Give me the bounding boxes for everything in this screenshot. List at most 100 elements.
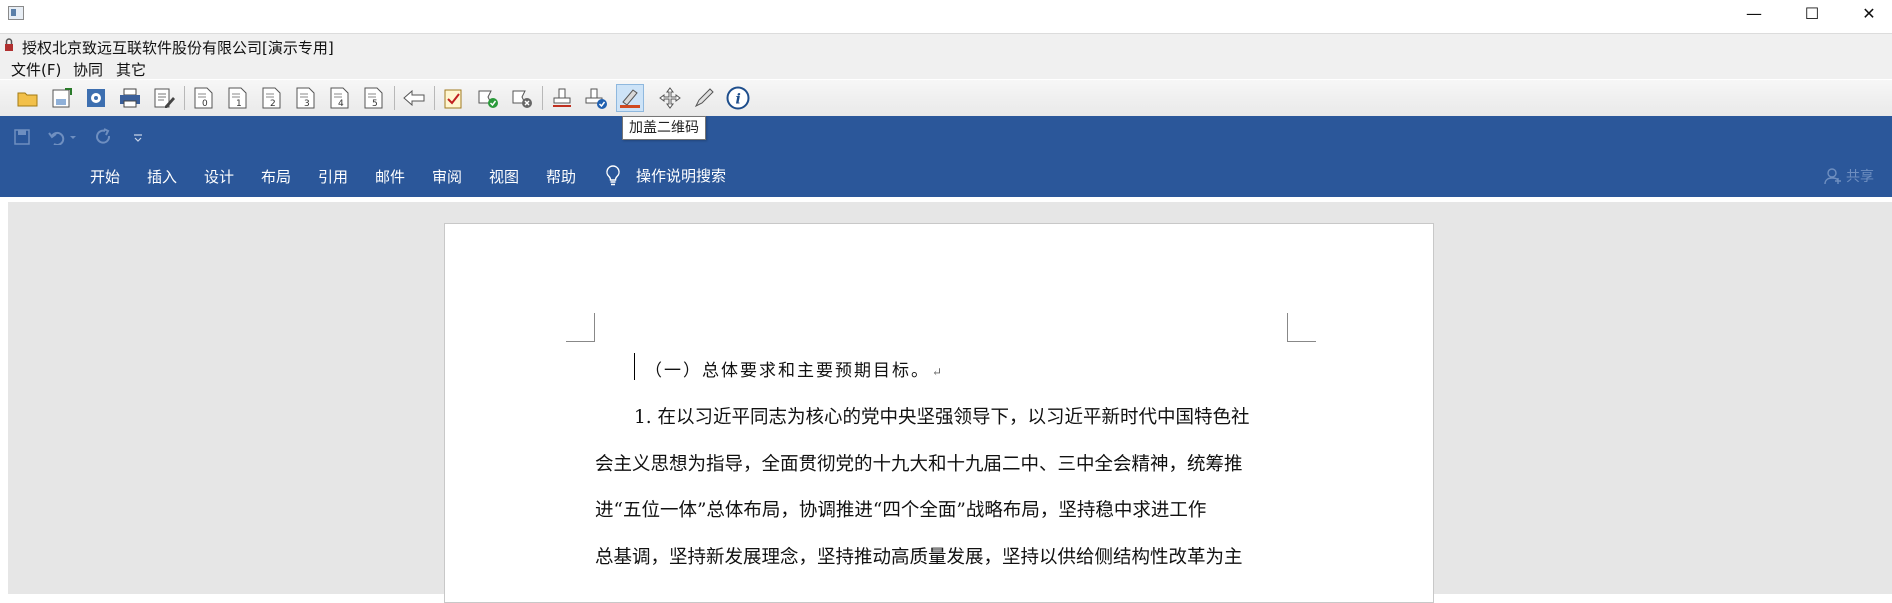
menu-other[interactable]: 其它 [114,59,148,80]
host-toolbar: 0 1 2 3 4 5 i [0,80,1892,117]
body-line: 进“五位一体”总体布局，协调推进“四个全面”战略布局，坚持稳中求进工作 [595,500,1207,521]
info-button[interactable]: i [724,84,752,112]
window-left-edge [0,197,8,594]
share-person-icon [1824,168,1841,185]
tab-home[interactable]: 开始 [90,166,120,187]
approve-doc-button[interactable] [440,84,468,112]
save-upload-button[interactable] [48,84,76,112]
tab-insert[interactable]: 插入 [147,166,177,187]
doc-4-icon: 4 [330,87,349,109]
open-button[interactable] [14,84,42,112]
edit-document-button[interactable] [150,84,178,112]
stamp-button[interactable] [548,84,576,112]
word-ribbon: 开始 插入 设计 布局 引用 邮件 审阅 视图 帮助 操作说明搜索 共享 [0,116,1892,197]
tab-review[interactable]: 审阅 [432,166,462,187]
doc-5-icon: 5 [364,87,383,109]
host-menu-bar: 文件(F) 协同 其它 [0,57,1892,79]
upload-save-icon [52,88,72,108]
info-icon: i [726,86,750,110]
tab-view[interactable]: 视图 [489,166,519,187]
tell-me-search[interactable]: 操作说明搜索 [604,164,726,186]
close-button[interactable]: ✕ [1846,0,1892,27]
save-icon [14,129,30,145]
svg-text:0: 0 [202,99,208,109]
svg-text:4: 4 [338,99,344,109]
sign-cancel-icon [512,90,532,108]
stamp-icon [553,88,571,107]
edit-document-icon [154,88,175,108]
text-cursor [634,353,635,380]
menu-file[interactable]: 文件(F) [9,59,63,80]
crop-mark-top-left [566,313,595,342]
print-icon [120,88,140,108]
host-caption-text: 授权北京致远互联软件股份有限公司[演示专用] [22,39,334,57]
approve-doc-icon [444,89,462,109]
tab-mailings[interactable]: 邮件 [375,166,405,187]
menu-collaborate[interactable]: 协同 [71,59,105,80]
svg-text:5: 5 [372,99,378,109]
undo-icon [48,131,76,145]
lightbulb-icon [606,165,620,186]
window-title-bar: — ☐ ✕ [0,0,1892,27]
body-line: 会主义思想为指导，全面贯彻党的十九大和十九届二中、三中全会精神，统筹推 [595,454,1243,475]
doc-1-button[interactable]: 1 [224,84,252,112]
tell-me-label: 操作说明搜索 [636,166,727,185]
svg-text:i: i [736,92,741,108]
redo-icon [96,128,111,144]
host-caption-bar: 授权北京致远互联软件股份有限公司[演示专用] [0,33,1892,58]
minimize-icon: — [1746,4,1762,23]
pen-icon [694,88,714,108]
save-button[interactable] [12,126,32,148]
lock-icon [5,38,13,51]
tooltip: 加盖二维码 [622,116,706,140]
body-line: 总基调，坚持新发展理念，坚持推动高质量发展，坚持以供给侧结构性改革为主 [595,547,1243,568]
svg-text:3: 3 [304,99,310,109]
doc-2-button[interactable]: 2 [258,84,286,112]
doc-1-icon: 1 [228,87,247,109]
share-label: 共享 [1846,169,1874,185]
doc-0-button[interactable]: 0 [190,84,218,112]
paragraph-mark: ↵ [932,365,945,379]
doc-3-icon: 3 [296,87,315,109]
sign-ok-button[interactable] [474,84,502,112]
sign-ok-icon [478,90,498,108]
stamp-check-button[interactable] [582,84,610,112]
svg-text:1: 1 [236,99,242,109]
toolbar-separator [542,86,543,110]
move-button[interactable] [656,84,684,112]
maximize-button[interactable]: ☐ [1789,0,1835,27]
maximize-icon: ☐ [1804,4,1820,23]
settings-icon [87,89,105,107]
doc-3-button[interactable]: 3 [292,84,320,112]
document-heading: （一）总体要求和主要预期目标。 ↵ [645,356,944,381]
toolbar-separator [184,86,185,110]
close-icon: ✕ [1862,4,1876,23]
pen-button[interactable] [690,84,718,112]
sign-cancel-button[interactable] [508,84,536,112]
tab-design[interactable]: 设计 [204,166,234,187]
tab-help[interactable]: 帮助 [546,166,576,187]
undo-button[interactable] [46,126,80,148]
stamp-check-icon [585,88,607,109]
share-button[interactable]: 共享 [1824,166,1874,186]
redo-button[interactable] [94,126,114,148]
doc-4-button[interactable]: 4 [326,84,354,112]
tab-layout[interactable]: 布局 [261,166,291,187]
add-qrcode-stamp-icon [620,89,640,108]
move-icon [659,87,681,109]
doc-5-button[interactable]: 5 [360,84,388,112]
customize-qat-button[interactable] [130,126,146,148]
svg-text:2: 2 [270,99,276,109]
minimize-button[interactable]: — [1731,0,1777,27]
settings-button[interactable] [82,84,110,112]
doc-0-icon: 0 [194,87,213,109]
back-button[interactable] [400,84,428,112]
doc-2-icon: 2 [262,87,281,109]
add-qrcode-stamp-button[interactable] [616,84,644,112]
toolbar-separator [394,86,395,110]
app-icon [8,6,24,20]
back-arrow-icon [403,89,425,107]
toolbar-separator [434,86,435,110]
print-button[interactable] [116,84,144,112]
tab-references[interactable]: 引用 [318,166,348,187]
